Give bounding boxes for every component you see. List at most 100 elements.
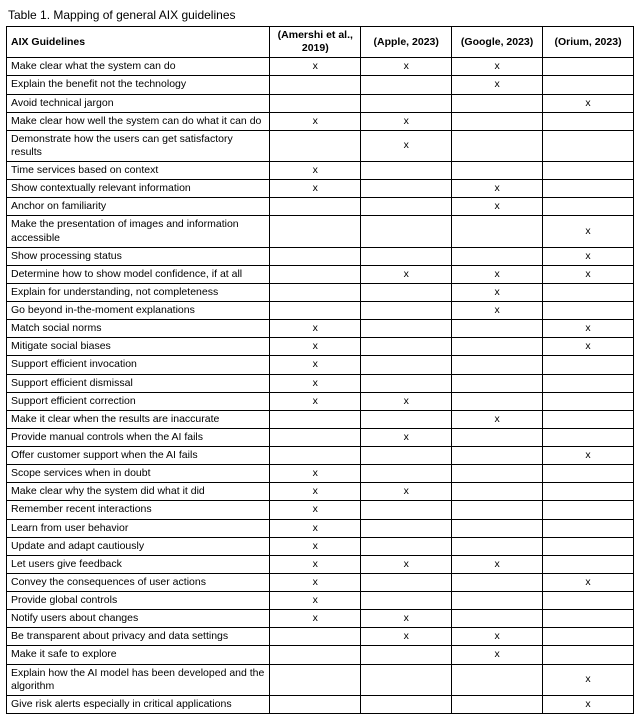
col-header-google: (Google, 2023) <box>452 27 543 58</box>
guideline-label: Show processing status <box>7 247 270 265</box>
mark-cell: x <box>361 628 452 646</box>
table-row: Support efficient invocationx <box>7 356 634 374</box>
mark-cell: x <box>270 374 361 392</box>
table-row: Remember recent interactionsx <box>7 501 634 519</box>
mark-cell <box>270 76 361 94</box>
mark-cell: x <box>270 610 361 628</box>
aix-mapping-table: AIX Guidelines (Amershi et al., 2019) (A… <box>6 26 634 714</box>
mark-cell <box>361 302 452 320</box>
mark-cell <box>543 537 634 555</box>
mark-cell <box>361 410 452 428</box>
mark-cell <box>452 162 543 180</box>
guideline-label: Explain for understanding, not completen… <box>7 283 270 301</box>
mark-cell <box>452 130 543 161</box>
table-row: Learn from user behaviorx <box>7 519 634 537</box>
table-row: Give risk alerts especially in critical … <box>7 695 634 713</box>
guideline-label: Update and adapt cautiously <box>7 537 270 555</box>
mark-cell: x <box>452 76 543 94</box>
table-row: Offer customer support when the AI fails… <box>7 447 634 465</box>
mark-cell: x <box>270 320 361 338</box>
mark-cell <box>361 216 452 247</box>
mark-cell: x <box>452 628 543 646</box>
mark-cell <box>270 410 361 428</box>
mark-cell <box>361 447 452 465</box>
guideline-label: Match social norms <box>7 320 270 338</box>
mark-cell <box>361 374 452 392</box>
table-row: Make clear how well the system can do wh… <box>7 112 634 130</box>
mark-cell: x <box>452 180 543 198</box>
guideline-label: Support efficient invocation <box>7 356 270 374</box>
mark-cell <box>361 573 452 591</box>
mark-cell <box>361 247 452 265</box>
mark-cell: x <box>543 447 634 465</box>
mark-cell <box>361 76 452 94</box>
guideline-label: Notify users about changes <box>7 610 270 628</box>
guideline-label: Offer customer support when the AI fails <box>7 447 270 465</box>
mark-cell: x <box>270 501 361 519</box>
mark-cell <box>543 130 634 161</box>
mark-cell: x <box>543 265 634 283</box>
mark-cell <box>543 302 634 320</box>
mark-cell <box>543 646 634 664</box>
mark-cell <box>270 302 361 320</box>
mark-cell: x <box>270 356 361 374</box>
mark-cell: x <box>452 198 543 216</box>
guideline-label: Convey the consequences of user actions <box>7 573 270 591</box>
guideline-label: Make the presentation of images and info… <box>7 216 270 247</box>
mark-cell <box>361 320 452 338</box>
mark-cell <box>543 356 634 374</box>
mark-cell <box>452 112 543 130</box>
mark-cell: x <box>361 428 452 446</box>
mark-cell: x <box>270 180 361 198</box>
mark-cell <box>361 519 452 537</box>
mark-cell: x <box>543 573 634 591</box>
table-row: Show contextually relevant informationxx <box>7 180 634 198</box>
mark-cell: x <box>452 58 543 76</box>
table-header-row: AIX Guidelines (Amershi et al., 2019) (A… <box>7 27 634 58</box>
table-row: Scope services when in doubtx <box>7 465 634 483</box>
mark-cell <box>361 283 452 301</box>
mark-cell <box>361 664 452 695</box>
table-row: Be transparent about privacy and data se… <box>7 628 634 646</box>
mark-cell <box>270 265 361 283</box>
table-row: Notify users about changesxx <box>7 610 634 628</box>
guideline-label: Remember recent interactions <box>7 501 270 519</box>
mark-cell: x <box>270 58 361 76</box>
mark-cell <box>270 198 361 216</box>
table-row: Make it clear when the results are inacc… <box>7 410 634 428</box>
mark-cell <box>543 519 634 537</box>
col-header-orium: (Orium, 2023) <box>543 27 634 58</box>
mark-cell: x <box>270 465 361 483</box>
table-row: Show processing statusx <box>7 247 634 265</box>
table-row: Convey the consequences of user actions x… <box>7 573 634 591</box>
table-row: Mitigate social biasesxx <box>7 338 634 356</box>
mark-cell: x <box>270 112 361 130</box>
table-row: Match social normsxx <box>7 320 634 338</box>
mark-cell <box>361 646 452 664</box>
guideline-label: Make clear how well the system can do wh… <box>7 112 270 130</box>
mark-cell <box>543 501 634 519</box>
mark-cell <box>361 198 452 216</box>
mark-cell: x <box>361 555 452 573</box>
mark-cell <box>452 216 543 247</box>
mark-cell: x <box>543 695 634 713</box>
guideline-label: Show contextually relevant information <box>7 180 270 198</box>
guideline-label: Avoid technical jargon <box>7 94 270 112</box>
mark-cell <box>270 628 361 646</box>
mark-cell: x <box>361 112 452 130</box>
table-row: Anchor on familiarity x <box>7 198 634 216</box>
mark-cell: x <box>361 265 452 283</box>
col-header-guidelines: AIX Guidelines <box>7 27 270 58</box>
mark-cell: x <box>452 646 543 664</box>
guideline-label: Support efficient correction <box>7 392 270 410</box>
guideline-label: Anchor on familiarity <box>7 198 270 216</box>
mark-cell <box>452 592 543 610</box>
col-header-amershi: (Amershi et al., 2019) <box>270 27 361 58</box>
mark-cell <box>452 483 543 501</box>
table-row: Support efficient correctionxx <box>7 392 634 410</box>
guideline-label: Be transparent about privacy and data se… <box>7 628 270 646</box>
mark-cell: x <box>543 320 634 338</box>
table-row: Avoid technical jargonx <box>7 94 634 112</box>
mark-cell: x <box>270 555 361 573</box>
table-row: Provide global controlsx <box>7 592 634 610</box>
